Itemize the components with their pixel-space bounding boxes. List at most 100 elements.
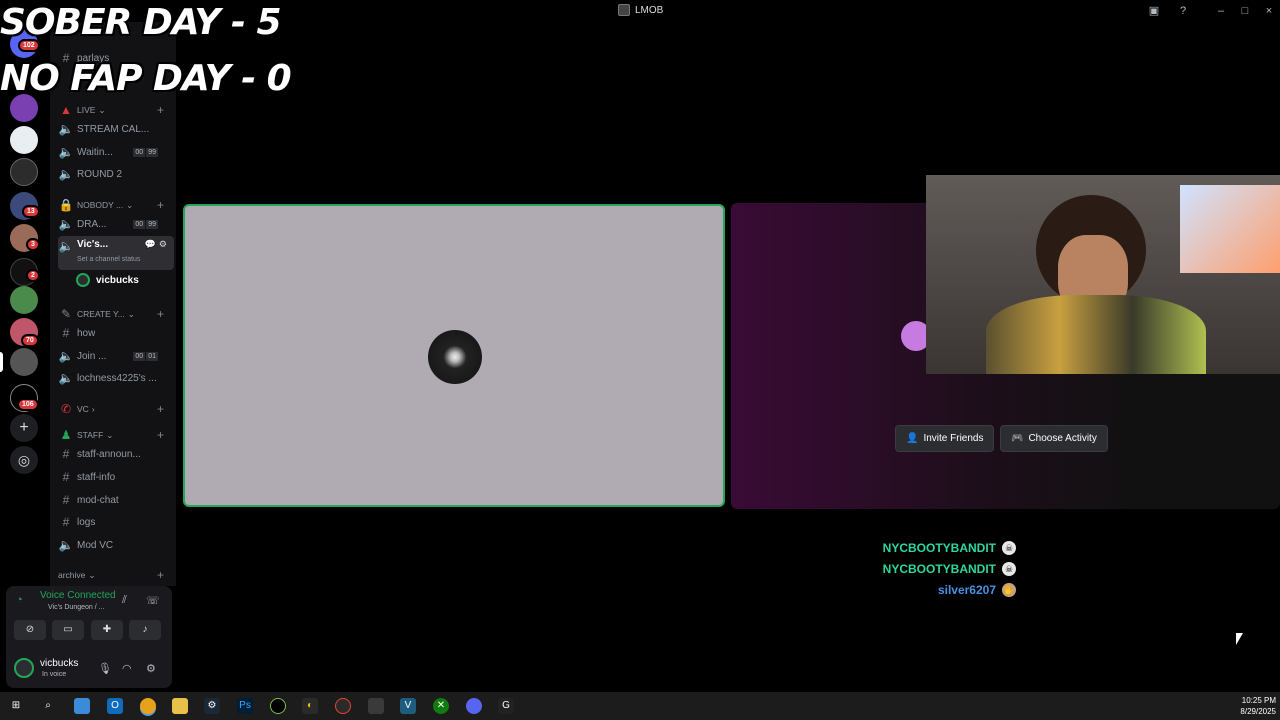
voice-location[interactable]: Vic's Dungeon / ... xyxy=(48,604,104,611)
search-icon[interactable]: ⌕ xyxy=(40,698,56,714)
phone-icon: ✆ xyxy=(60,402,72,416)
sober-day-overlay: SOBER DAY - 5 xyxy=(0,2,282,43)
outlook-icon[interactable]: O xyxy=(107,698,123,714)
category-header[interactable]: 🔒 NOBODY ... ⌄ + xyxy=(58,195,174,215)
channel-voice[interactable]: 🔈 lochness4225's ... xyxy=(58,368,174,388)
choose-activity-button[interactable]: 🎮 Choose Activity xyxy=(1000,425,1108,452)
chat-message: silver6207 ✋ xyxy=(937,583,1016,597)
server-badge: 70 xyxy=(21,334,39,347)
maximize-button[interactable]: □ xyxy=(1237,3,1253,19)
channel-voice[interactable]: 🔈 DRA... 00 99 xyxy=(58,214,174,234)
webcam-overlay xyxy=(926,175,1280,374)
signal-icon[interactable]: ◔ xyxy=(16,594,23,606)
photoshop-icon[interactable]: Ps xyxy=(237,698,253,714)
channel-voice[interactable]: 🔈 Waitin... 00 99 xyxy=(58,142,174,162)
nofap-day-overlay: NO FAP DAY - 0 xyxy=(0,58,292,99)
video-tile-user[interactable] xyxy=(183,204,725,507)
inbox-icon[interactable]: ▣ xyxy=(1146,3,1162,19)
server-icon[interactable] xyxy=(10,286,38,314)
add-channel-icon[interactable]: + xyxy=(157,307,164,321)
hand-icon: ✋ xyxy=(1002,583,1016,597)
hash-icon: # xyxy=(62,515,70,529)
server-badge: 2 xyxy=(26,269,40,282)
file-explorer-icon[interactable] xyxy=(172,698,188,714)
tv-screen xyxy=(1180,185,1280,273)
windows-start-icon[interactable]: ⊞ xyxy=(8,698,24,714)
discover-icon[interactable]: ◎ xyxy=(10,446,38,474)
channel-voice[interactable]: 🔈 Mod VC xyxy=(58,535,174,555)
staff-icon: ♟ xyxy=(60,428,72,442)
channel-list: # parlays ▲ LIVE ⌄ + 🔈 STREAM CAL... 🔈 Waitin.… xyxy=(50,22,176,586)
add-channel-icon[interactable]: + xyxy=(157,402,164,416)
category-header[interactable]: ✎ CREATE Y... ⌄ + xyxy=(58,304,174,324)
close-button[interactable]: × xyxy=(1261,3,1277,19)
username[interactable]: vicbucks xyxy=(40,658,78,669)
razer-icon[interactable] xyxy=(270,698,286,714)
help-icon[interactable]: ? xyxy=(1175,3,1191,19)
server-icon[interactable] xyxy=(10,158,38,186)
server-icon[interactable] xyxy=(10,126,38,154)
server-badge: 3 xyxy=(26,238,40,251)
category-header[interactable]: ♟ STAFF ⌄ + xyxy=(58,425,174,445)
gear-icon[interactable]: ⚙ xyxy=(146,662,156,675)
app-icon[interactable]: G xyxy=(498,698,514,714)
noise-suppression-icon[interactable]: ⫽ xyxy=(122,594,127,607)
add-channel-icon[interactable]: + xyxy=(157,198,164,212)
channel-text[interactable]: # staff-announ... xyxy=(58,444,174,464)
user-status: In voice xyxy=(42,671,67,678)
channel-text[interactable]: # mod-chat xyxy=(58,490,174,510)
steam-icon[interactable]: ⚙ xyxy=(204,698,220,714)
add-channel-icon[interactable]: + xyxy=(157,428,164,442)
hash-icon: # xyxy=(62,326,70,340)
category-header[interactable]: ▲ LIVE ⌄ + xyxy=(58,100,174,120)
system-clock[interactable]: 10:25 PM 8/29/2025 xyxy=(1240,695,1276,717)
invite-friends-button[interactable]: 👤 Invite Friends xyxy=(895,425,995,452)
person-add-icon: 👤 xyxy=(906,433,919,444)
avatar[interactable] xyxy=(14,658,34,678)
chat-message: NYCBOOTYBANDIT ☠ xyxy=(883,562,1016,576)
screen-share-button[interactable]: ▭ xyxy=(52,620,84,640)
speaker-icon: 🔈 xyxy=(58,538,74,552)
channel-actions[interactable]: 💬⚙ xyxy=(145,239,170,250)
skull-icon: ☠ xyxy=(1002,541,1016,555)
channel-status-hint[interactable]: Set a channel status xyxy=(77,256,140,263)
voice-status[interactable]: Voice Connected xyxy=(40,590,116,601)
activity-button[interactable]: ✚ xyxy=(91,620,123,640)
channel-text[interactable]: # staff-info xyxy=(58,467,174,487)
category-header[interactable]: ✆ VC › + xyxy=(58,399,174,419)
add-server-icon[interactable]: + xyxy=(10,414,38,442)
channel-text[interactable]: # logs xyxy=(58,512,174,532)
channel-text[interactable]: # how xyxy=(58,323,174,343)
channel-voice-active[interactable]: 🔈 Vic's... 💬⚙ Set a channel status xyxy=(58,236,174,270)
chrome-icon[interactable] xyxy=(140,698,156,714)
speaker-icon: 🔈 xyxy=(58,167,74,181)
add-channel-icon[interactable]: + xyxy=(157,568,164,582)
app-icon xyxy=(618,4,630,16)
channel-voice[interactable]: 🔈 ROUND 2 xyxy=(58,164,174,184)
user-panel: ◔ Voice Connected Vic's Dungeon / ... ⫽ … xyxy=(6,586,172,688)
discord-icon[interactable] xyxy=(466,698,482,714)
disconnect-icon[interactable]: ☏ xyxy=(146,594,160,607)
app-icon[interactable] xyxy=(335,698,351,714)
channel-voice[interactable]: 🔈 Join ... 00 01 xyxy=(58,346,174,366)
category-header[interactable]: archive ⌄ + xyxy=(58,565,174,585)
vscode-icon[interactable]: V xyxy=(400,698,416,714)
store-icon[interactable] xyxy=(368,698,384,714)
add-channel-icon[interactable]: + xyxy=(157,103,164,117)
channel-voice[interactable]: 🔈 STREAM CAL... xyxy=(58,119,174,139)
speaker-icon: 🔈 xyxy=(58,371,74,385)
soundboard-button[interactable]: ♪ xyxy=(129,620,161,640)
voice-member[interactable]: vicbucks xyxy=(76,270,176,290)
minimize-button[interactable]: – xyxy=(1213,3,1229,19)
copilot-icon[interactable] xyxy=(74,698,90,714)
mic-icon[interactable]: 🎙 xyxy=(98,662,112,675)
server-icon[interactable] xyxy=(10,348,38,376)
mouse-cursor xyxy=(1236,633,1243,645)
taskbar: ⊞ ⌕ O ⚙ Ps ◐ V ✕ G 10:25 PM 8/29/2025 xyxy=(0,692,1280,720)
app-icon[interactable]: ◐ xyxy=(302,698,318,714)
xbox-icon[interactable]: ✕ xyxy=(433,698,449,714)
camera-button[interactable]: ⊘ xyxy=(14,620,46,640)
headphones-icon[interactable]: ◠ xyxy=(122,662,132,675)
window-title: LMOB xyxy=(618,4,663,16)
skull-icon: ☠ xyxy=(1002,562,1016,576)
